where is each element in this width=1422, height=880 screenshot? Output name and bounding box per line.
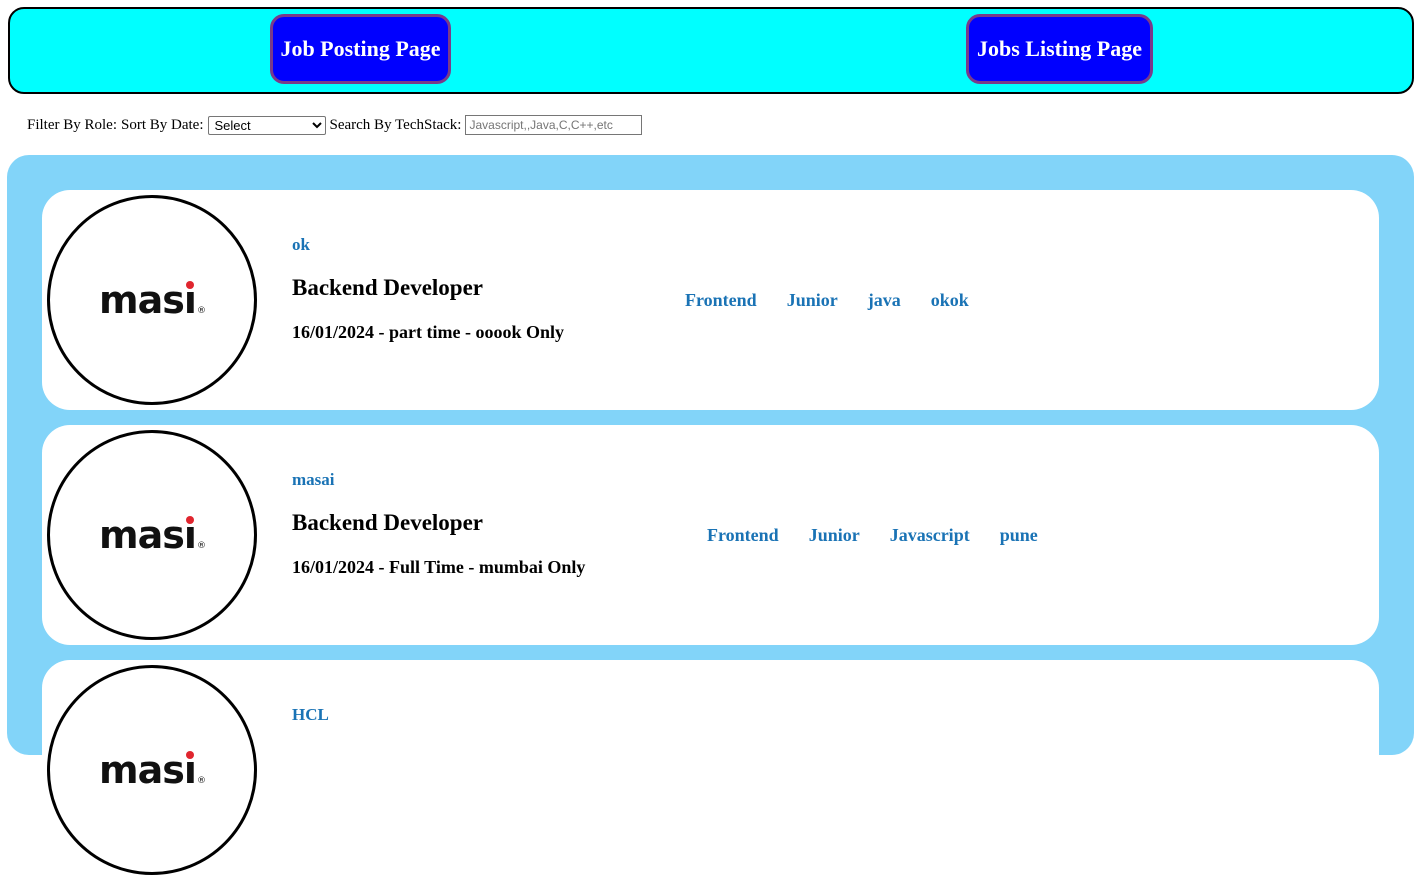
- sort-date-select[interactable]: Select: [207, 115, 326, 135]
- job-meta: 16/01/2024 - Full Time - mumbai Only: [292, 557, 586, 577]
- job-card[interactable]: ması® ok Backend Developer 16/01/2024 - …: [42, 190, 1379, 410]
- job-tag: Javascript: [889, 525, 970, 545]
- top-navbar: Job Posting Page Jobs Listing Page: [8, 7, 1414, 94]
- masai-logo-icon: ması®: [99, 513, 206, 557]
- filter-role-label: Filter By Role:: [27, 116, 117, 133]
- job-list-panel: ması® ok Backend Developer 16/01/2024 - …: [7, 155, 1414, 880]
- job-role: Backend Developer: [292, 510, 484, 535]
- job-tag: Frontend: [685, 290, 757, 310]
- company-logo: ması®: [47, 665, 257, 875]
- job-posting-page-button[interactable]: Job Posting Page: [270, 14, 451, 84]
- company-logo: ması®: [47, 195, 257, 405]
- job-tag: Frontend: [707, 525, 779, 545]
- company-name: masai: [292, 470, 335, 489]
- job-tag: pune: [999, 525, 1038, 545]
- search-techstack-label: Search By TechStack:: [329, 116, 462, 133]
- job-card[interactable]: ması® masai Backend Developer 16/01/2024…: [42, 425, 1379, 645]
- filter-bar: Filter By Role: Select Sort By Date: Sel…: [27, 114, 643, 218]
- job-meta: 16/01/2024 - part time - ooook Only: [292, 322, 564, 342]
- job-tag: Junior: [808, 525, 860, 545]
- company-logo: ması®: [47, 430, 257, 640]
- job-tags: Frontend Junior java okok: [685, 290, 999, 311]
- job-tag: okok: [930, 290, 969, 310]
- job-tag: Junior: [786, 290, 838, 310]
- search-techstack-input[interactable]: [465, 115, 643, 135]
- job-tag: java: [867, 290, 901, 310]
- masai-logo-icon: ması®: [99, 278, 206, 322]
- sort-date-label: Sort By Date:: [121, 116, 204, 133]
- jobs-listing-page-button[interactable]: Jobs Listing Page: [966, 14, 1153, 84]
- job-card[interactable]: ması® HCL: [42, 660, 1379, 880]
- company-name: HCL: [292, 705, 329, 724]
- masai-logo-icon: ması®: [99, 748, 206, 792]
- job-role: Backend Developer: [292, 275, 484, 300]
- job-tags: Frontend Junior Javascript pune: [707, 525, 1068, 546]
- company-name: ok: [292, 235, 310, 254]
